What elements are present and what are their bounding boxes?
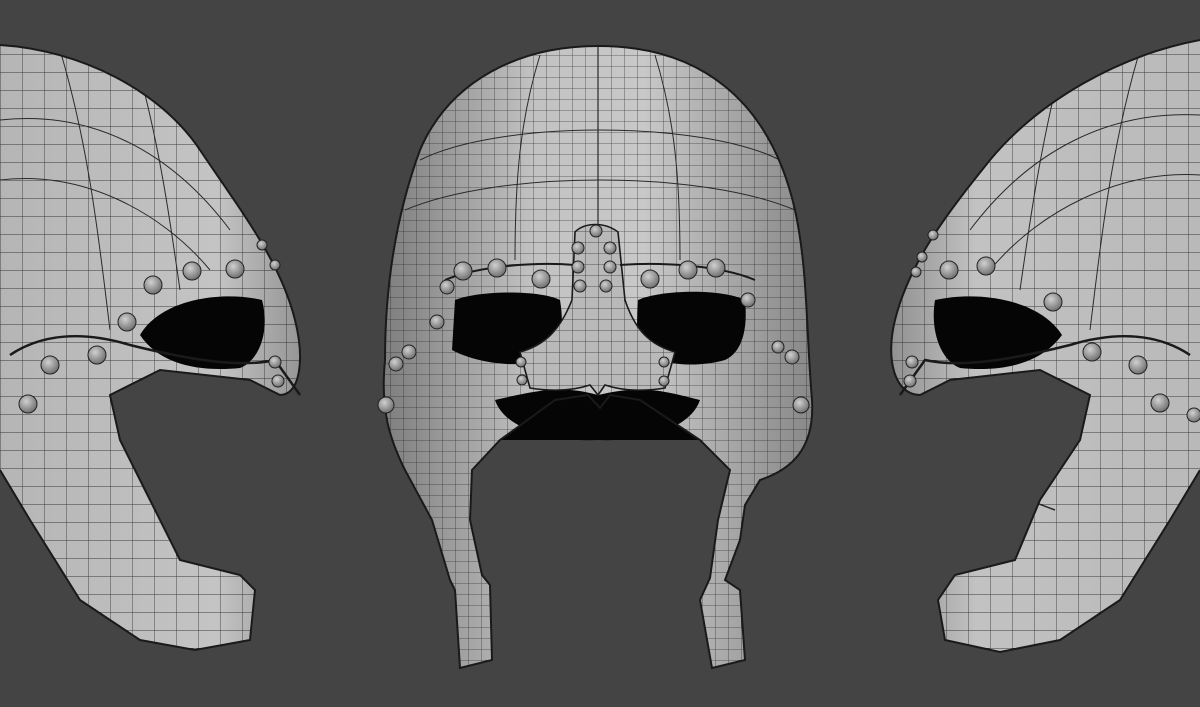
helmet-right-view bbox=[890, 39, 1200, 654]
render-canvas bbox=[0, 39, 1200, 670]
helmet-left-view bbox=[0, 44, 302, 652]
3d-viewport[interactable] bbox=[0, 0, 1200, 707]
helmet-front-view bbox=[377, 44, 814, 670]
